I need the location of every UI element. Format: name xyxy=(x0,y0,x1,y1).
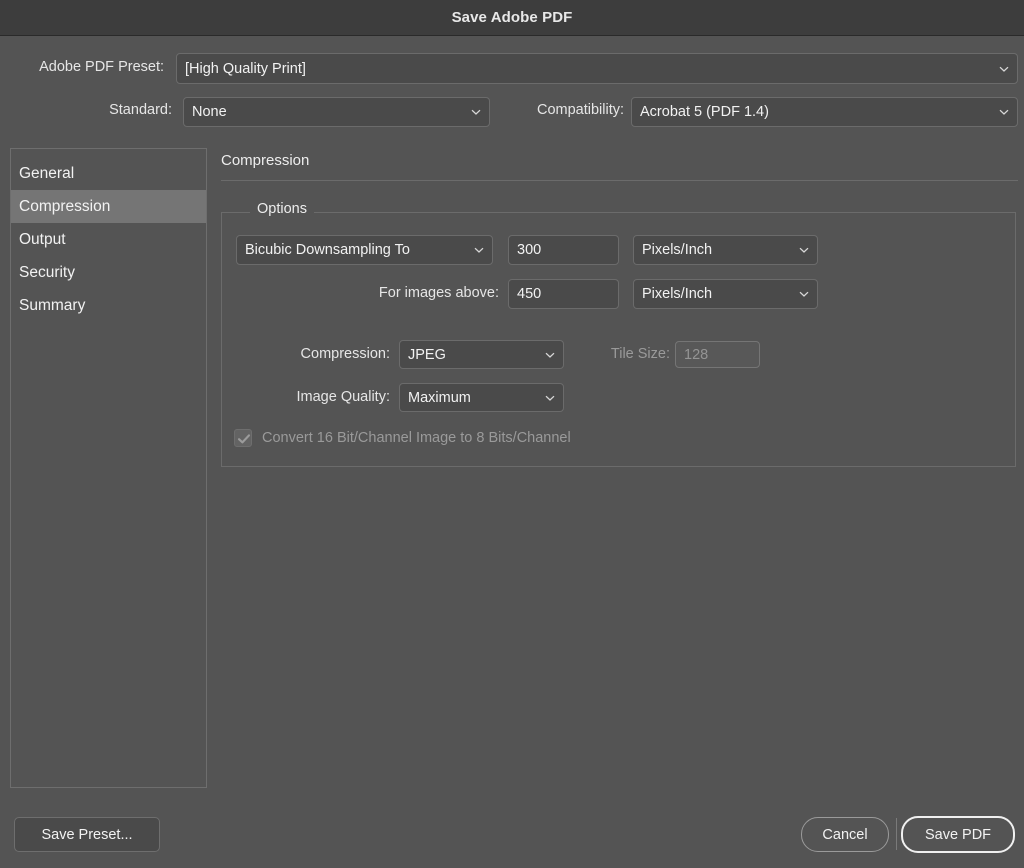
chevron-down-icon xyxy=(999,64,1009,74)
chevron-down-icon xyxy=(474,245,484,255)
compatibility-dropdown[interactable]: Acrobat 5 (PDF 1.4) xyxy=(631,97,1018,127)
adobe-pdf-preset-value: [High Quality Print] xyxy=(185,60,306,77)
save-pdf-label: Save PDF xyxy=(924,826,992,843)
save-preset-label: Save Preset... xyxy=(41,826,133,843)
save-preset-button[interactable]: Save Preset... xyxy=(14,817,160,852)
tile-size-input: 128 xyxy=(675,341,760,368)
downsample-method-value: Bicubic Downsampling To xyxy=(245,242,410,258)
sidebar-item-label: Output xyxy=(19,231,66,248)
for-images-above-input[interactable]: 450 xyxy=(508,279,619,309)
window-titlebar: Save Adobe PDF xyxy=(0,0,1024,36)
compression-label: Compression: xyxy=(300,346,390,362)
settings-sidebar: General Compression Output Security Summ… xyxy=(10,148,207,788)
cancel-button[interactable]: Cancel xyxy=(801,817,889,852)
chevron-down-icon xyxy=(545,393,555,403)
sidebar-item-summary[interactable]: Summary xyxy=(11,289,206,322)
image-quality-dropdown[interactable]: Maximum xyxy=(399,383,564,412)
pane-title: Compression xyxy=(221,152,310,169)
chevron-down-icon xyxy=(799,289,809,299)
window-title: Save Adobe PDF xyxy=(451,9,573,26)
sidebar-item-output[interactable]: Output xyxy=(11,223,206,256)
for-images-above-unit-value: Pixels/Inch xyxy=(642,286,713,302)
sidebar-item-label: General xyxy=(19,165,75,182)
tile-size-label: Tile Size: xyxy=(610,346,670,362)
chevron-down-icon xyxy=(799,245,809,255)
downsample-unit-dropdown[interactable]: Pixels/Inch xyxy=(633,235,818,265)
downsample-resolution-input[interactable]: 300 xyxy=(508,235,619,265)
compatibility-value: Acrobat 5 (PDF 1.4) xyxy=(640,104,769,120)
adobe-pdf-preset-dropdown[interactable]: [High Quality Print] xyxy=(176,53,1018,84)
standard-label: Standard: xyxy=(109,102,172,118)
for-images-above-unit-dropdown[interactable]: Pixels/Inch xyxy=(633,279,818,309)
cancel-label: Cancel xyxy=(822,826,868,843)
preset-label: Adobe PDF Preset: xyxy=(39,59,164,75)
options-group-legend: Options xyxy=(250,201,314,217)
button-separator xyxy=(896,818,897,850)
sidebar-item-general[interactable]: General xyxy=(11,157,206,190)
downsample-resolution-value: 300 xyxy=(517,242,542,258)
convert-16bit-checkbox-row[interactable]: Convert 16 Bit/Channel Image to 8 Bits/C… xyxy=(234,429,571,447)
save-pdf-button[interactable]: Save PDF xyxy=(901,816,1015,853)
sidebar-item-label: Compression xyxy=(19,198,111,215)
sidebar-item-label: Summary xyxy=(19,297,86,314)
compression-value: JPEG xyxy=(408,346,446,363)
checkbox-checked-icon[interactable] xyxy=(234,429,252,447)
standard-value: None xyxy=(192,104,227,120)
convert-16bit-checkbox-label: Convert 16 Bit/Channel Image to 8 Bits/C… xyxy=(262,430,571,446)
sidebar-item-security[interactable]: Security xyxy=(11,256,206,289)
compatibility-label: Compatibility: xyxy=(536,102,624,118)
tile-size-value: 128 xyxy=(684,346,709,363)
sidebar-item-compression[interactable]: Compression xyxy=(11,190,206,223)
sidebar-item-label: Security xyxy=(19,264,75,281)
downsample-method-dropdown[interactable]: Bicubic Downsampling To xyxy=(236,235,493,265)
image-quality-label: Image Quality: xyxy=(296,389,391,405)
pane-divider xyxy=(221,180,1018,181)
downsample-unit-value: Pixels/Inch xyxy=(642,242,713,258)
chevron-down-icon xyxy=(999,107,1009,117)
for-images-above-label: For images above: xyxy=(378,285,499,301)
for-images-above-value: 450 xyxy=(517,286,542,302)
image-quality-value: Maximum xyxy=(408,389,471,406)
